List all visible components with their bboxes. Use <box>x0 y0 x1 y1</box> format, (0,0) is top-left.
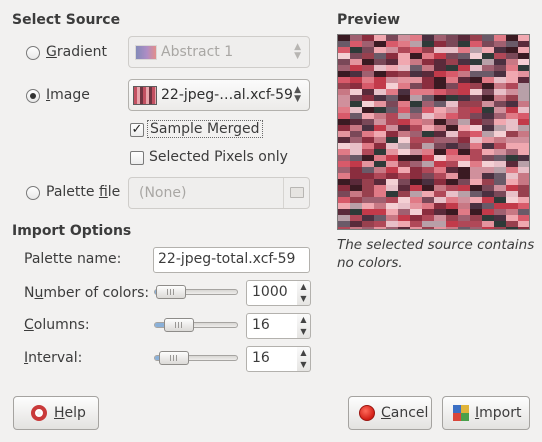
interval-slider-thumb[interactable] <box>159 351 189 365</box>
columns-label: Columns: <box>24 317 90 333</box>
cancel-stop-icon <box>359 405 375 421</box>
gradient-label: Gradient <box>46 44 107 60</box>
image-combo-value: 22-jpeg-…al.xcf-59 <box>161 87 293 103</box>
image-radio[interactable] <box>26 89 40 103</box>
help-button-label: Help <box>54 405 86 421</box>
import-icon <box>453 405 469 421</box>
palette-name-label: Palette name: <box>24 251 122 267</box>
gradient-swatch <box>135 45 157 60</box>
preview-palette-grid <box>338 35 529 229</box>
interval-spinner[interactable]: ▲ ▼ <box>297 346 311 372</box>
image-thumbnail-icon <box>133 86 157 105</box>
folder-icon <box>290 187 304 198</box>
number-of-colors-spinner[interactable]: ▲ ▼ <box>297 280 311 306</box>
cancel-button-label: Cancel <box>381 405 429 421</box>
palette-name-input[interactable]: 22-jpeg-total.xcf-59 <box>153 247 310 273</box>
preview-frame <box>337 34 530 230</box>
sample-merged-checkbox[interactable]: ✓ <box>130 123 144 137</box>
interval-label: Interval: <box>24 350 83 366</box>
import-button-label: Import <box>475 405 522 421</box>
gradient-label-rest: radient <box>56 44 107 60</box>
number-of-colors-label: Number of colors: <box>24 285 150 301</box>
import-button[interactable]: Import <box>442 396 530 430</box>
columns-slider-thumb[interactable] <box>164 318 194 332</box>
columns-spinner[interactable]: ▲ ▼ <box>297 313 311 339</box>
number-of-colors-input[interactable]: 1000 <box>246 280 298 306</box>
image-label: Image <box>46 87 90 103</box>
image-combo[interactable]: 22-jpeg-…al.xcf-59 ▲ ▼ <box>128 79 310 111</box>
import-options-heading: Import Options <box>12 223 132 239</box>
palette-file-label: Palette file <box>46 184 121 200</box>
help-lifebuoy-icon <box>31 405 47 421</box>
help-button[interactable]: Help <box>13 396 99 430</box>
palette-file-value: (None) <box>139 185 187 201</box>
gradient-combo-value: Abstract 1 <box>161 44 234 60</box>
columns-input[interactable]: 16 <box>246 313 298 339</box>
preview-heading: Preview <box>337 12 401 28</box>
palette-file-chooser[interactable]: (None) <box>128 177 310 209</box>
select-source-heading: Select Source <box>12 12 121 28</box>
selected-pixels-checkbox[interactable] <box>130 151 144 165</box>
up-down-arrows-icon: ▲ ▼ <box>294 85 301 104</box>
sample-merged-label[interactable]: Sample Merged <box>147 120 263 138</box>
selected-pixels-label: Selected Pixels only <box>149 149 288 165</box>
preview-caption: The selected source contains no colors. <box>337 237 535 271</box>
cancel-button[interactable]: Cancel <box>348 396 432 430</box>
number-of-colors-slider-thumb[interactable] <box>156 285 186 299</box>
folder-button[interactable] <box>283 178 309 208</box>
palette-file-radio[interactable] <box>26 186 40 200</box>
interval-input[interactable]: 16 <box>246 346 298 372</box>
gradient-radio[interactable] <box>26 46 40 60</box>
up-down-arrows-icon: ▲ ▼ <box>294 42 301 61</box>
gradient-combo[interactable]: Abstract 1 ▲ ▼ <box>128 36 310 68</box>
